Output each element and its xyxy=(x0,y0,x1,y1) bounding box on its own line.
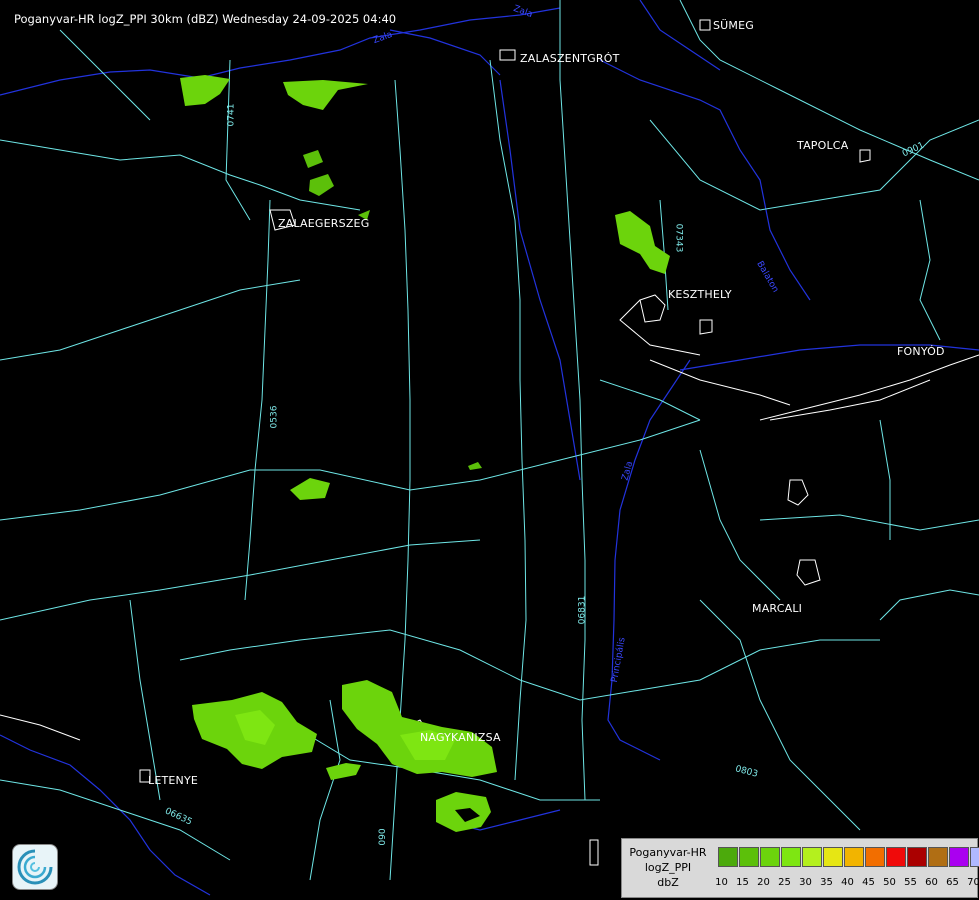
legend-swatch xyxy=(907,847,927,867)
dbz-legend: Poganyvar-HR logZ_PPI dbZ 10 15 20 25 30 35 40… xyxy=(621,838,979,898)
road-label: 06831 xyxy=(577,595,588,625)
legend-tick: 30 xyxy=(799,877,812,888)
radar-map xyxy=(0,0,979,896)
town-letenye: LETENYE xyxy=(148,774,199,787)
legend-swatch xyxy=(760,847,780,867)
road-label: 060 xyxy=(375,828,386,846)
legend-tick: 25 xyxy=(778,877,791,888)
town-tapolca: TAPOLCA xyxy=(797,139,849,152)
town-zalaegerszeg: ZALAEGERSZEG xyxy=(278,217,370,230)
legend-tick: 15 xyxy=(736,877,749,888)
legend-swatch xyxy=(739,847,759,867)
legend-tick: 70 xyxy=(967,877,979,888)
legend-swatch xyxy=(865,847,885,867)
legend-swatch xyxy=(886,847,906,867)
road-label: 0536 xyxy=(269,405,280,429)
legend-tick: 40 xyxy=(841,877,854,888)
legend-tick: 65 xyxy=(946,877,959,888)
legend-tick: 20 xyxy=(757,877,770,888)
legend-tick: 45 xyxy=(862,877,875,888)
radar-title: Poganyvar-HR logZ_PPI 30km (dBZ) Wednesd… xyxy=(14,12,397,26)
legend-swatch xyxy=(970,847,979,867)
legend-tick: 10 xyxy=(715,877,728,888)
legend-tick: 55 xyxy=(904,877,917,888)
legend-swatches xyxy=(718,847,979,867)
legend-swatch xyxy=(718,847,738,867)
logo-icon xyxy=(12,844,58,890)
legend-swatch xyxy=(844,847,864,867)
legend-tick: 50 xyxy=(883,877,896,888)
road-label: 0741 xyxy=(226,103,237,127)
town-zalaszentgrot: ZALASZENTGRÓT xyxy=(520,52,620,65)
town-keszthely: KESZTHELY xyxy=(668,288,732,301)
legend-swatch xyxy=(949,847,969,867)
legend-tick: 60 xyxy=(925,877,938,888)
radar-echoes xyxy=(180,75,670,832)
town-marcali: MARCALI xyxy=(752,602,803,615)
town-nagykanizsa: NAGYKANIZSA xyxy=(420,731,501,744)
legend-swatch xyxy=(928,847,948,867)
road-label: 07343 xyxy=(673,223,684,253)
town-sumeg: SÜMEG xyxy=(713,19,754,32)
legend-swatch xyxy=(781,847,801,867)
legend-ticks: 10 15 20 25 30 35 40 45 50 55 60 65 70 xyxy=(711,877,979,888)
legend-unit: dbZ xyxy=(657,876,679,889)
legend-radar-name: Poganyvar-HR xyxy=(629,846,707,859)
town-fonyod: FONYÓD xyxy=(897,345,945,358)
legend-tick: 35 xyxy=(820,877,833,888)
legend-product: logZ_PPI xyxy=(644,861,692,874)
legend-swatch xyxy=(802,847,822,867)
legend-swatch xyxy=(823,847,843,867)
